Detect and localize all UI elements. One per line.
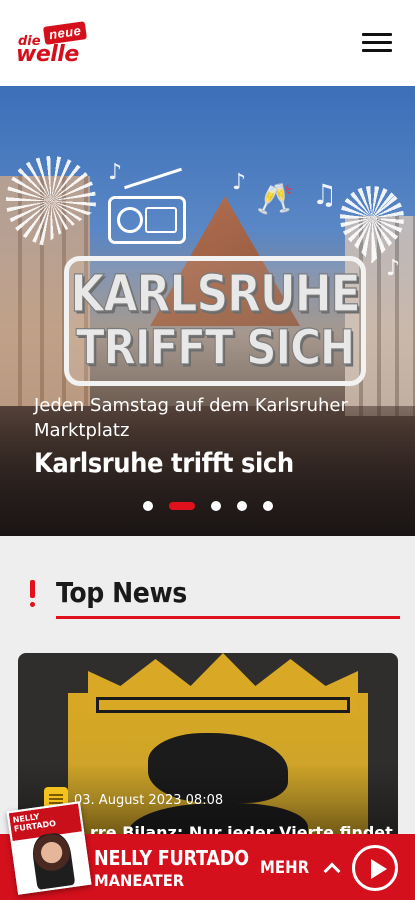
- music-note-icon: ♪: [108, 160, 123, 185]
- now-playing-title: MANEATER: [94, 871, 185, 890]
- hamburger-menu-icon[interactable]: [360, 30, 394, 56]
- album-cover[interactable]: NELLY FURTADO: [6, 801, 92, 895]
- carousel-dot-3[interactable]: [210, 501, 221, 511]
- carousel-dot-4[interactable]: [236, 501, 247, 511]
- chevron-up-icon: [323, 862, 341, 880]
- hero-carousel[interactable]: ♪ ♪ ♫ 🥂 ♪ KARLSRUHE TRIFFT SICH Jeden Sa…: [0, 86, 415, 536]
- top-news-header: Top News: [26, 576, 400, 620]
- page: die neue welle ♪ ♪ ♫ 🥂 ♪ KARLSRUHE TRIFF…: [0, 0, 415, 900]
- music-note-icon: ♪: [386, 256, 401, 281]
- logo-welle-text: welle: [16, 42, 79, 67]
- die-neue-welle-logo[interactable]: die neue welle: [16, 21, 88, 68]
- now-playing-artist: NELLY FURTADO: [94, 846, 249, 870]
- glasses-icon: 🥂: [256, 182, 294, 217]
- section-underline: [56, 616, 400, 619]
- carousel-dot-5[interactable]: [262, 501, 273, 511]
- play-button[interactable]: [352, 845, 398, 891]
- karlsruhe-trifft-sich-logo: KARLSRUHE TRIFFT SICH: [64, 256, 366, 386]
- carousel-pagination: [0, 500, 415, 512]
- more-button[interactable]: MEHR: [260, 855, 341, 881]
- logo-line-1: KARLSRUHE: [70, 265, 361, 324]
- app-header: die neue welle: [0, 0, 415, 86]
- music-note-icon: ♫: [312, 178, 338, 211]
- exclamation-icon: [28, 580, 36, 608]
- carousel-dot-1[interactable]: [142, 501, 153, 511]
- music-note-icon: ♪: [232, 170, 247, 195]
- play-icon: [371, 859, 387, 879]
- radio-icon: [108, 167, 186, 244]
- carousel-dot-2-active[interactable]: [168, 502, 195, 510]
- hero-title[interactable]: Karlsruhe trifft sich: [34, 448, 294, 479]
- section-title: Top News: [56, 576, 187, 609]
- hero-subtitle: Jeden Samstag auf dem Karlsruher Marktpl…: [34, 395, 348, 441]
- more-label: MEHR: [260, 858, 310, 878]
- article-date: 03. August 2023 08:08: [74, 793, 224, 808]
- logo-line-2: TRIFFT SICH: [75, 319, 355, 376]
